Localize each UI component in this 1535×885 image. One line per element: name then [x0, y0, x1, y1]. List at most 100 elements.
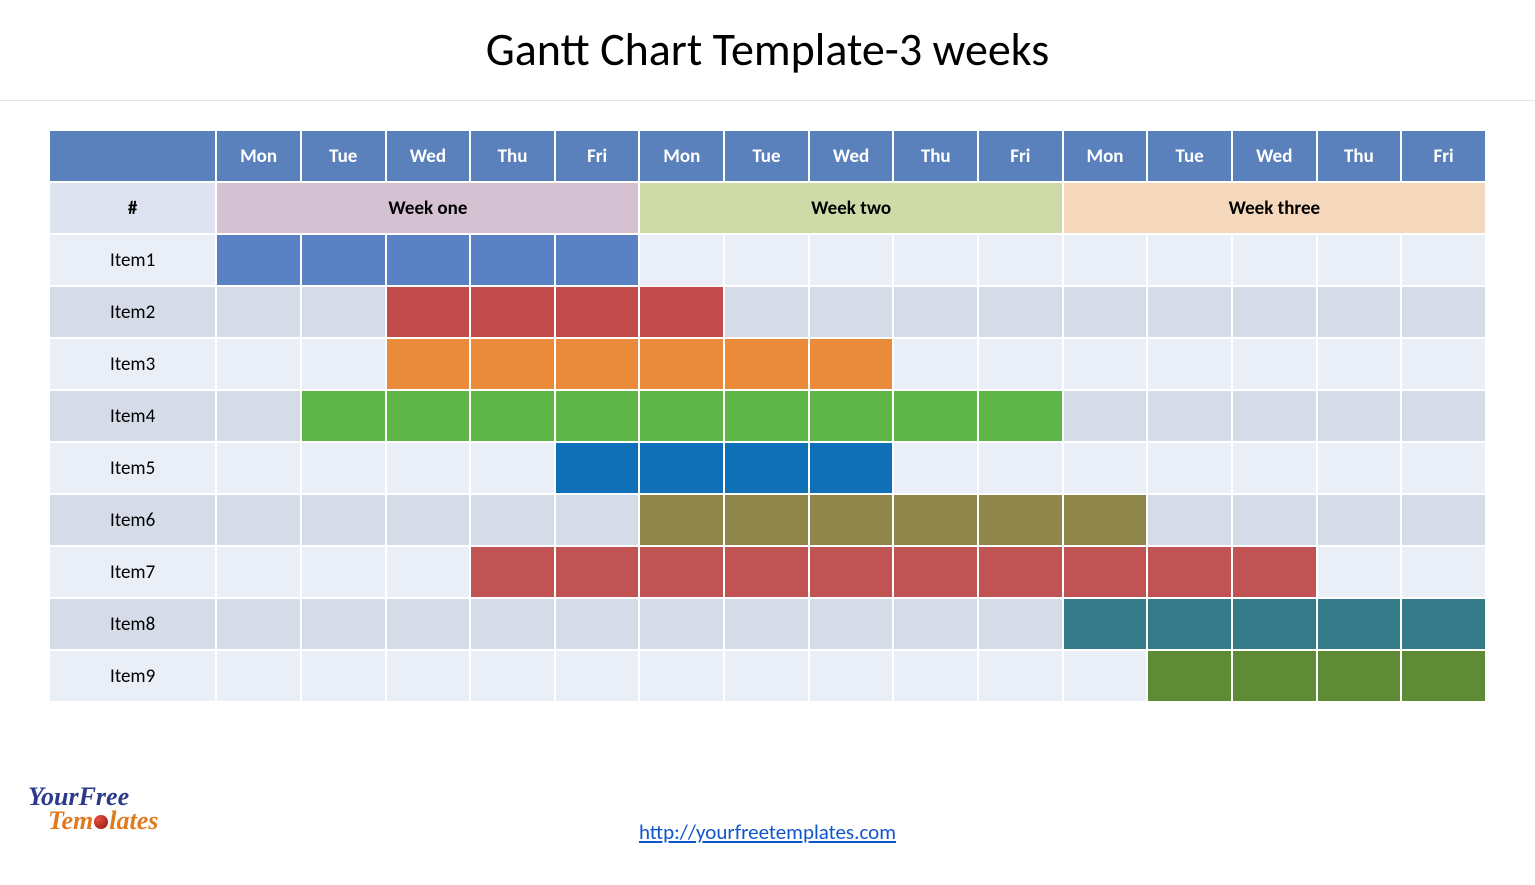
gantt-cell: [1318, 443, 1401, 493]
gantt-row: Item9: [50, 651, 1485, 701]
gantt-bar-cell: [640, 287, 723, 337]
gantt-row: Item8: [50, 599, 1485, 649]
gantt-bar-cell: [725, 495, 808, 545]
day-header: Thu: [894, 131, 977, 181]
gantt-bar-cell: [1318, 651, 1401, 701]
logo-text-a: Tem: [48, 806, 93, 835]
gantt-bar-cell: [556, 443, 639, 493]
gantt-cell: [302, 651, 385, 701]
gantt-cell: [1064, 443, 1147, 493]
item-label: Item5: [50, 443, 215, 493]
gantt-cell: [387, 599, 470, 649]
gantt-bar-cell: [387, 391, 470, 441]
gantt-bar-cell: [725, 391, 808, 441]
item-label: Item2: [50, 287, 215, 337]
gantt-chart: MonTueWedThuFriMonTueWedThuFriMonTueWedT…: [48, 129, 1487, 703]
gantt-cell: [556, 599, 639, 649]
gantt-row: Item7: [50, 547, 1485, 597]
item-label: Item3: [50, 339, 215, 389]
gantt-bar-cell: [1064, 495, 1147, 545]
gantt-cell: [894, 651, 977, 701]
day-header: Mon: [1064, 131, 1147, 181]
logo: YourFree Temlates: [28, 785, 158, 833]
gantt-cell: [1148, 495, 1231, 545]
gantt-cell: [217, 599, 300, 649]
gantt-cell: [1233, 495, 1316, 545]
gantt-cell: [217, 547, 300, 597]
gantt-row: Item5: [50, 443, 1485, 493]
gantt-bar-cell: [1318, 599, 1401, 649]
gantt-bar-cell: [1233, 547, 1316, 597]
gantt-bar-cell: [640, 391, 723, 441]
gantt-bar-cell: [556, 547, 639, 597]
gantt-cell: [556, 495, 639, 545]
gantt-cell: [979, 443, 1062, 493]
gantt-cell: [1233, 235, 1316, 285]
item-label: Item8: [50, 599, 215, 649]
header-corner: [50, 131, 215, 181]
gantt-cell: [894, 287, 977, 337]
logo-text-b: lates: [109, 806, 158, 835]
gantt-bar-cell: [1402, 599, 1485, 649]
gantt-table: MonTueWedThuFriMonTueWedThuFriMonTueWedT…: [48, 129, 1487, 703]
gantt-cell: [1148, 391, 1231, 441]
item-label: Item6: [50, 495, 215, 545]
gantt-cell: [387, 443, 470, 493]
gantt-bar-cell: [387, 287, 470, 337]
gantt-cell: [1402, 495, 1485, 545]
gantt-cell: [217, 651, 300, 701]
gantt-cell: [471, 443, 554, 493]
gantt-cell: [1402, 547, 1485, 597]
week-header: Week one: [217, 183, 638, 233]
day-header: Mon: [217, 131, 300, 181]
week-header-row: #Week oneWeek twoWeek three: [50, 183, 1485, 233]
gantt-cell: [1148, 287, 1231, 337]
gantt-cell: [471, 599, 554, 649]
item-label: Item1: [50, 235, 215, 285]
gantt-cell: [1064, 235, 1147, 285]
gantt-bar-cell: [387, 235, 470, 285]
gantt-bar-cell: [640, 339, 723, 389]
gantt-bar-cell: [556, 391, 639, 441]
gantt-row: Item4: [50, 391, 1485, 441]
gantt-bar-cell: [1064, 547, 1147, 597]
gantt-bar-cell: [556, 287, 639, 337]
gantt-bar-cell: [1402, 651, 1485, 701]
gantt-cell: [725, 235, 808, 285]
gantt-cell: [217, 287, 300, 337]
gantt-bar-cell: [302, 391, 385, 441]
gantt-bar-cell: [217, 235, 300, 285]
footer-url[interactable]: http://yourfreetemplates.com: [639, 819, 896, 845]
gantt-cell: [1233, 443, 1316, 493]
gantt-cell: [1233, 339, 1316, 389]
gantt-cell: [979, 599, 1062, 649]
gantt-bar-cell: [302, 235, 385, 285]
item-label: Item7: [50, 547, 215, 597]
gantt-bar-cell: [810, 391, 893, 441]
week-header: Week three: [1064, 183, 1485, 233]
gantt-cell: [1402, 339, 1485, 389]
gantt-bar-cell: [725, 339, 808, 389]
gantt-cell: [810, 599, 893, 649]
day-header: Thu: [1318, 131, 1401, 181]
gantt-cell: [1148, 443, 1231, 493]
gantt-cell: [387, 651, 470, 701]
gantt-cell: [1318, 339, 1401, 389]
gantt-cell: [979, 651, 1062, 701]
gantt-cell: [302, 443, 385, 493]
gantt-cell: [1318, 287, 1401, 337]
gantt-bar-cell: [556, 339, 639, 389]
gantt-bar-cell: [979, 391, 1062, 441]
day-header: Wed: [810, 131, 893, 181]
day-header: Fri: [1402, 131, 1485, 181]
week-header: Week two: [640, 183, 1061, 233]
day-header-row: MonTueWedThuFriMonTueWedThuFriMonTueWedT…: [50, 131, 1485, 181]
gantt-cell: [1064, 391, 1147, 441]
hash-cell: #: [50, 183, 215, 233]
gantt-cell: [217, 443, 300, 493]
gantt-bar-cell: [979, 547, 1062, 597]
day-header: Fri: [556, 131, 639, 181]
footer-link-container: http://yourfreetemplates.com: [0, 819, 1535, 845]
gantt-bar-cell: [640, 495, 723, 545]
page-title: Gantt Chart Template-3 weeks: [0, 22, 1535, 78]
